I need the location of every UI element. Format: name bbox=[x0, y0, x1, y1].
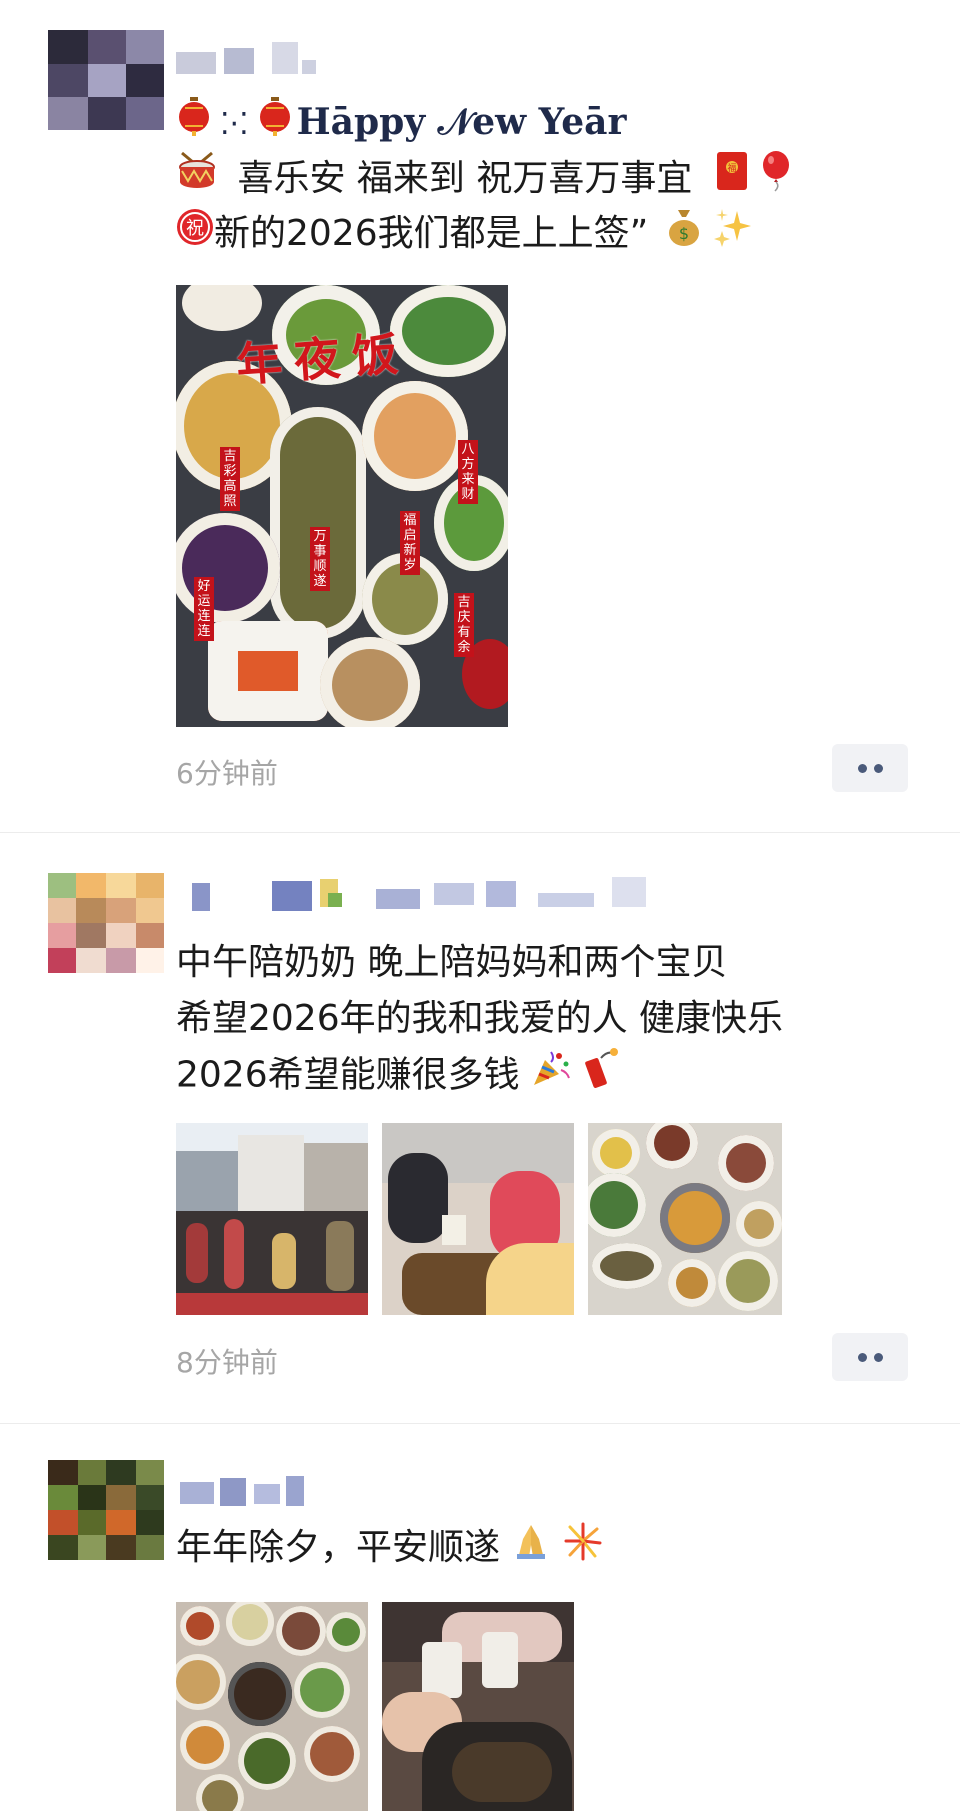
avatar[interactable] bbox=[48, 1460, 164, 1560]
blessing-icon: 祝 bbox=[176, 207, 214, 263]
username-blurred[interactable] bbox=[176, 873, 736, 913]
username-blurred[interactable] bbox=[176, 1476, 316, 1516]
dot-icon bbox=[858, 1353, 867, 1362]
post-text: 希望2026年的我和我爱的人 健康快乐 bbox=[176, 998, 784, 1039]
post-photo-family-group[interactable] bbox=[176, 1123, 368, 1315]
post-photo-dishes[interactable] bbox=[588, 1123, 782, 1315]
dish bbox=[176, 513, 280, 623]
avatar[interactable] bbox=[48, 30, 164, 130]
dot-icon bbox=[874, 764, 883, 773]
svg-text:祝: 祝 bbox=[186, 218, 204, 239]
dish-tag: 万事顺遂 bbox=[310, 527, 330, 591]
drum-icon bbox=[176, 151, 218, 208]
avatar[interactable] bbox=[48, 873, 164, 973]
red-envelope-icon: 福 bbox=[716, 151, 748, 208]
post-text: 2026希望能赚很多钱 bbox=[176, 1054, 520, 1096]
happy-new-year-text: Hāppy 𝒩ew Yeār bbox=[296, 101, 627, 143]
sparkles-icon bbox=[713, 207, 753, 264]
post-text-line-1: ⁚·⁚ Hāppy 𝒩ew Yeār bbox=[176, 94, 916, 153]
username-blurred[interactable] bbox=[176, 38, 336, 78]
post-1: ⁚·⁚ Hāppy 𝒩ew Yeār 喜乐安 福来到 祝万喜万事宜 福 祝 新的… bbox=[0, 0, 960, 832]
post-photo-new-year-feast[interactable]: 年夜饭 吉彩高照 八方来财 福启新岁 万事顺遂 吉庆有余 好运连连 bbox=[176, 285, 508, 727]
dish bbox=[208, 621, 328, 721]
praying-hands-icon bbox=[511, 1521, 551, 1578]
post-2: 中午陪奶奶 晚上陪妈妈和两个宝贝 希望2026年的我和我爱的人 健康快乐 202… bbox=[0, 833, 960, 1423]
post-3: 年年除夕，平安顺遂 bbox=[0, 1424, 960, 1811]
dish-tag: 吉彩高照 bbox=[220, 447, 240, 511]
more-options-button[interactable] bbox=[832, 744, 908, 792]
svg-text:$: $ bbox=[679, 224, 689, 243]
post-timestamp: 8分钟前 bbox=[176, 1346, 278, 1379]
post-text-line-1: 中午陪奶奶 晚上陪妈妈和两个宝贝 bbox=[176, 935, 916, 991]
post-photo-toast[interactable] bbox=[382, 1123, 574, 1315]
post-text: 年年除夕，平安顺遂 bbox=[176, 1527, 501, 1568]
post-photo-cheers[interactable] bbox=[382, 1602, 574, 1811]
firecracker-icon bbox=[583, 1047, 619, 1106]
dish-tag: 吉庆有余 bbox=[454, 593, 474, 657]
post-text-line-2: 喜乐安 福来到 祝万喜万事宜 福 bbox=[176, 150, 916, 209]
post-text: 中午陪奶奶 晚上陪妈妈和两个宝贝 bbox=[176, 942, 728, 983]
svg-text:福: 福 bbox=[727, 162, 736, 174]
post-text-line-2: 希望2026年的我和我爱的人 健康快乐 bbox=[176, 991, 916, 1047]
post-text-line-3: 2026希望能赚很多钱 bbox=[176, 1047, 916, 1106]
decorative-glyphs: ⁚·⁚ bbox=[220, 107, 249, 142]
money-bag-icon: $ bbox=[666, 207, 702, 264]
dish bbox=[362, 381, 468, 491]
post-text-line-1: 年年除夕，平安顺遂 bbox=[176, 1520, 916, 1578]
feast-image-title: 年夜饭 bbox=[234, 325, 412, 392]
post-photo-dinner-table[interactable] bbox=[176, 1602, 368, 1811]
dish-tag: 福启新岁 bbox=[400, 511, 420, 575]
party-popper-icon bbox=[531, 1048, 571, 1105]
lantern-icon bbox=[176, 96, 212, 153]
dish bbox=[270, 407, 366, 639]
dish-tag: 好运连连 bbox=[194, 577, 214, 641]
lantern-icon bbox=[257, 96, 293, 153]
post-text: 喜乐安 福来到 祝万喜万事宜 bbox=[237, 157, 693, 199]
dish bbox=[320, 637, 420, 727]
fireworks-icon bbox=[563, 1521, 603, 1578]
dish-tag: 八方来财 bbox=[458, 440, 478, 504]
dot-icon bbox=[858, 764, 867, 773]
balloon-icon bbox=[759, 150, 793, 209]
more-options-button[interactable] bbox=[832, 1333, 908, 1381]
post-timestamp: 6分钟前 bbox=[176, 757, 278, 790]
dish bbox=[182, 285, 262, 331]
moments-feed: ⁚·⁚ Hāppy 𝒩ew Yeār 喜乐安 福来到 祝万喜万事宜 福 祝 新的… bbox=[0, 0, 960, 1811]
post-text-line-3: 祝 新的2026我们都是上上签” $ bbox=[176, 206, 916, 264]
dot-icon bbox=[874, 1353, 883, 1362]
post-text: 新的2026我们都是上上签” bbox=[214, 213, 649, 254]
